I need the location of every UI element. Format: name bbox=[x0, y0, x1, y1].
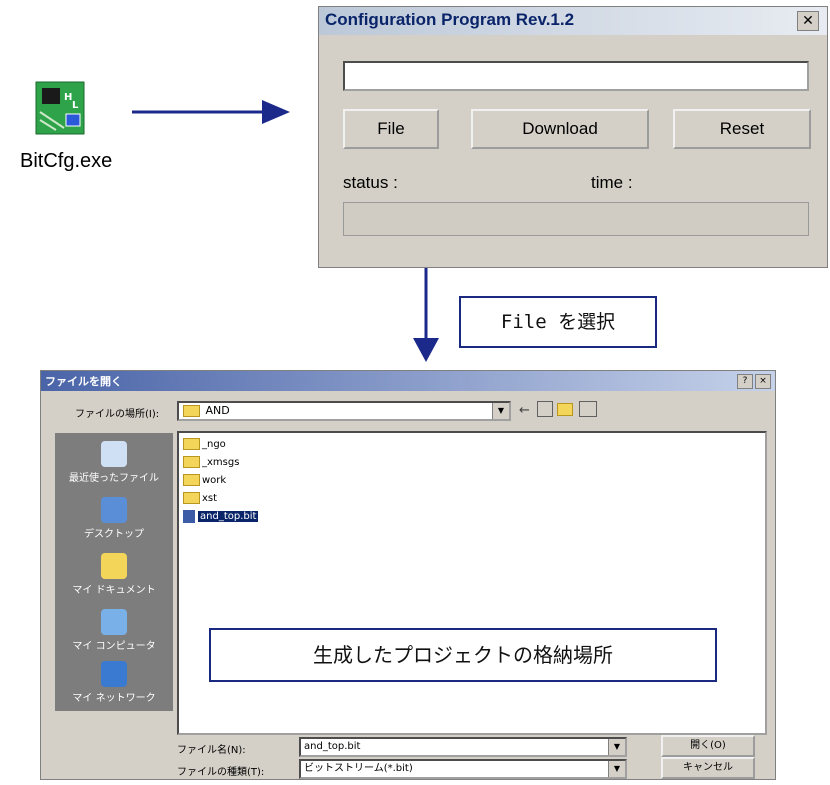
my-computer-icon bbox=[101, 609, 127, 635]
folder-icon bbox=[183, 492, 200, 504]
my-documents-icon bbox=[101, 553, 127, 579]
back-icon[interactable]: ← bbox=[519, 403, 530, 418]
close-icon[interactable]: × bbox=[755, 374, 771, 389]
chevron-down-icon[interactable]: ▼ bbox=[492, 403, 509, 419]
place-desktop[interactable]: デスクトップ bbox=[55, 497, 173, 540]
chevron-down-icon[interactable]: ▼ bbox=[608, 739, 625, 755]
help-icon[interactable]: ? bbox=[737, 374, 753, 389]
config-title: Configuration Program Rev.1.2 bbox=[325, 10, 575, 29]
list-item[interactable]: _xmsgs bbox=[183, 455, 239, 471]
file-icon bbox=[183, 509, 195, 523]
project-location-note: 生成したプロジェクトの格納場所 bbox=[209, 628, 717, 682]
place-my-documents[interactable]: マイ ドキュメント bbox=[55, 553, 173, 596]
config-title-bar: Configuration Program Rev.1.2 ✕ bbox=[319, 7, 827, 35]
reset-button[interactable]: Reset bbox=[673, 109, 811, 149]
place-my-computer[interactable]: マイ コンピュータ bbox=[55, 609, 173, 652]
desktop-icon bbox=[101, 497, 127, 523]
close-icon[interactable]: ✕ bbox=[797, 11, 819, 31]
list-item[interactable]: work bbox=[183, 473, 226, 489]
folder-icon bbox=[183, 405, 200, 417]
place-recent[interactable]: 最近使ったファイル bbox=[55, 441, 173, 484]
new-folder-icon[interactable] bbox=[557, 403, 573, 416]
open-button[interactable]: 開く(O) bbox=[661, 735, 755, 757]
list-item[interactable]: xst bbox=[183, 491, 217, 507]
filetype-dropdown[interactable]: ビットストリーム(*.bit) ▼ bbox=[299, 759, 627, 779]
place-my-network[interactable]: マイ ネットワーク bbox=[55, 661, 173, 704]
chevron-down-icon[interactable]: ▼ bbox=[608, 761, 625, 777]
look-in-value: AND bbox=[205, 404, 230, 417]
file-button[interactable]: File bbox=[343, 109, 439, 149]
view-menu-icon[interactable] bbox=[579, 401, 597, 417]
folder-icon bbox=[183, 474, 200, 486]
filetype-label: ファイルの種類(T): bbox=[177, 767, 265, 778]
places-bar: 最近使ったファイル デスクトップ マイ ドキュメント マイ コンピュータ マイ … bbox=[55, 433, 173, 711]
list-item-selected[interactable]: and_top.bit bbox=[183, 509, 259, 525]
list-item[interactable]: _ngo bbox=[183, 437, 226, 453]
time-label: time : bbox=[591, 173, 633, 192]
open-file-dialog: ファイルを開く ? × ファイルの場所(I): AND ▼ ← 最近使ったファイ… bbox=[40, 370, 776, 780]
folder-icon bbox=[183, 456, 200, 468]
filename-label: ファイル名(N): bbox=[177, 745, 246, 756]
cancel-button[interactable]: キャンセル bbox=[661, 757, 755, 779]
recent-files-icon bbox=[101, 441, 127, 467]
status-label: status : bbox=[343, 173, 398, 192]
my-network-icon bbox=[101, 661, 127, 687]
status-box bbox=[343, 202, 809, 236]
folder-icon bbox=[183, 438, 200, 450]
dialog-title: ファイルを開く bbox=[45, 375, 122, 388]
configuration-window: Configuration Program Rev.1.2 ✕ File Dow… bbox=[318, 6, 828, 268]
look-in-dropdown[interactable]: AND ▼ bbox=[177, 401, 511, 421]
select-file-note: File を選択 bbox=[459, 296, 657, 348]
look-in-label: ファイルの場所(I): bbox=[75, 409, 160, 420]
dialog-title-bar: ファイルを開く ? × bbox=[41, 371, 775, 391]
file-list: _ngo _xmsgs work xst and_top.bit 生成したプロジ… bbox=[177, 431, 767, 735]
filename-input[interactable]: and_top.bit ▼ bbox=[299, 737, 627, 757]
file-path-field[interactable] bbox=[343, 61, 809, 91]
download-button[interactable]: Download bbox=[471, 109, 649, 149]
up-folder-icon[interactable] bbox=[537, 401, 553, 417]
